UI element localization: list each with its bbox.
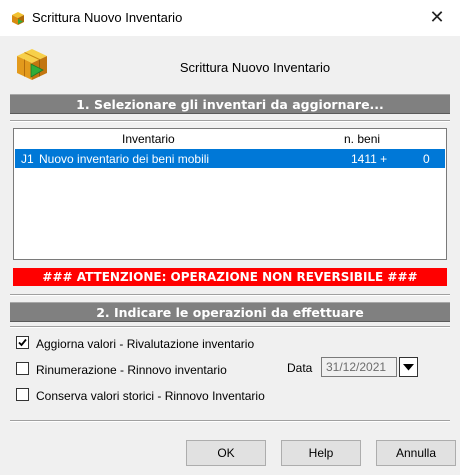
chevron-down-icon	[403, 364, 414, 371]
list-header: Inventario n. beni	[14, 129, 446, 147]
divider	[10, 120, 450, 122]
section-2-header: 2. Indicare le operazioni da effettuare	[10, 302, 450, 322]
close-icon: ✕	[429, 7, 445, 28]
window-title: Scrittura Nuovo Inventario	[32, 10, 183, 25]
column-header-n-beni[interactable]: n. beni	[344, 132, 380, 146]
option-label-rinumerazione[interactable]: Rinumerazione - Rinnovo inventario	[36, 363, 227, 377]
dialog-heading: Scrittura Nuovo Inventario	[179, 60, 331, 75]
divider	[10, 294, 450, 296]
checkbox-rinumerazione[interactable]	[16, 362, 29, 375]
date-label: Data	[287, 361, 313, 375]
inventory-code: J1	[21, 152, 34, 166]
divider	[10, 326, 450, 328]
option-label-aggiorna-valori[interactable]: Aggiorna valori - Rivalutazione inventar…	[36, 337, 254, 351]
divider	[10, 420, 450, 422]
column-header-inventario[interactable]: Inventario	[122, 132, 175, 146]
inventory-count: 1411 +	[351, 152, 388, 166]
dialog-header: Scrittura Nuovo Inventario	[0, 36, 460, 90]
option-label-conserva-valori[interactable]: Conserva valori storici - Rinnovo Invent…	[36, 389, 265, 403]
window-titlebar: Scrittura Nuovo Inventario ✕	[0, 0, 460, 36]
list-item[interactable]: J1 Nuovo inventario dei beni mobili 1411…	[15, 149, 445, 168]
close-button[interactable]: ✕	[414, 0, 460, 36]
checkbox-conserva-valori[interactable]	[16, 388, 29, 401]
inventory-name: Nuovo inventario dei beni mobili	[39, 152, 210, 166]
cancel-button[interactable]: Annulla	[376, 440, 456, 466]
checkbox-aggiorna-valori[interactable]	[16, 336, 29, 349]
ok-button[interactable]: OK	[186, 440, 266, 466]
package-app-icon	[10, 10, 26, 26]
date-field[interactable]: 31/12/2021	[321, 357, 397, 377]
inventory-extra: 0	[423, 152, 430, 166]
help-button[interactable]: Help	[281, 440, 361, 466]
inventory-list[interactable]: Inventario n. beni J1 Nuovo inventario d…	[13, 128, 447, 260]
date-dropdown-button[interactable]	[399, 357, 418, 377]
checkmark-icon	[18, 338, 27, 347]
warning-banner: ### ATTENZIONE: OPERAZIONE NON REVERSIBI…	[13, 268, 447, 286]
section-1-header: 1. Selezionare gli inventari da aggiorna…	[10, 94, 450, 114]
